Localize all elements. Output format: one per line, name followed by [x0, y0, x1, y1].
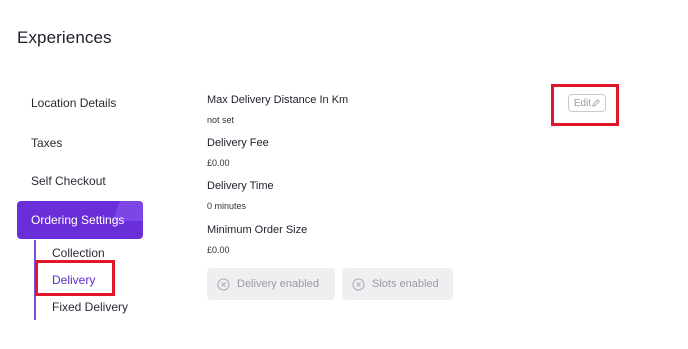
field-label-delivery-time: Delivery Time	[207, 180, 274, 192]
subnav-item-fixed-delivery[interactable]: Fixed Delivery	[52, 300, 128, 314]
sidebar-item-ordering-settings[interactable]: Ordering Settings	[17, 201, 143, 239]
slots-enabled-chip[interactable]: Slots enabled	[342, 268, 453, 300]
field-value-min-order: £0.00	[207, 245, 230, 255]
edit-button[interactable]: Edit	[568, 94, 606, 112]
subnav-item-collection[interactable]: Collection	[52, 246, 105, 260]
chip-label: Slots enabled	[372, 278, 439, 290]
field-label-max-distance: Max Delivery Distance In Km	[207, 94, 349, 106]
sidebar: Location Details Taxes Self Checkout Ord…	[0, 0, 200, 349]
pencil-icon	[592, 99, 600, 107]
x-circle-icon	[352, 277, 365, 291]
subnav-item-delivery[interactable]: Delivery	[52, 273, 95, 287]
submenu-line	[34, 240, 36, 320]
sidebar-item-self-checkout[interactable]: Self Checkout	[31, 174, 106, 188]
field-value-delivery-fee: £0.00	[207, 158, 230, 168]
field-value-delivery-time: 0 minutes	[207, 201, 247, 211]
x-circle-icon	[217, 277, 230, 291]
field-value-max-distance: not set	[207, 115, 235, 125]
field-label-min-order: Minimum Order Size	[207, 224, 308, 236]
delivery-enabled-chip[interactable]: Delivery enabled	[207, 268, 335, 300]
edit-label: Edit	[573, 97, 592, 109]
field-label-delivery-fee: Delivery Fee	[207, 137, 269, 149]
chip-label: Delivery enabled	[237, 278, 319, 290]
sidebar-item-location-details[interactable]: Location Details	[31, 96, 116, 110]
sidebar-item-label: Ordering Settings	[31, 213, 125, 227]
sidebar-item-taxes[interactable]: Taxes	[31, 136, 62, 150]
